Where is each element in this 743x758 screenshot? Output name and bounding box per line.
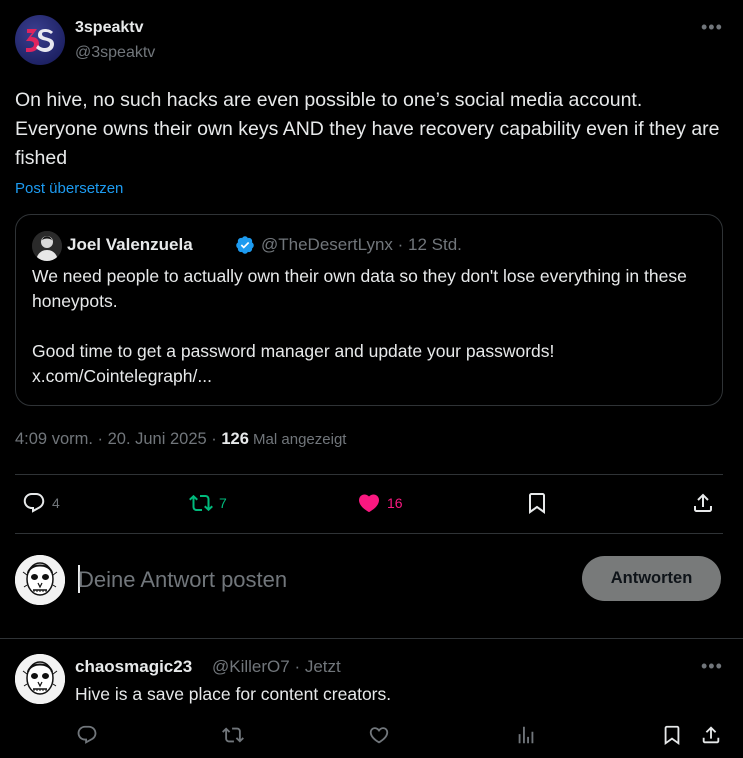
repost-count: 7 [219, 495, 227, 511]
tweet-meta: 4:09 vorm. · 20. Juni 2025 · 126 Mal ang… [15, 430, 346, 449]
heart-filled-icon [358, 494, 380, 513]
sketch-portrait-icon [15, 555, 65, 605]
like-count: 16 [387, 495, 403, 511]
share-action[interactable] [691, 491, 715, 515]
quoted-author-name[interactable]: Joel Valenzuela [67, 235, 193, 255]
more-options-icon[interactable]: ••• [701, 17, 723, 38]
like-action[interactable]: 16 [357, 491, 403, 515]
reply-icon [23, 493, 45, 513]
author-avatar[interactable] [15, 15, 65, 65]
view-count-label: Mal angezeigt [248, 431, 347, 448]
author-display-name[interactable]: 3speaktv [75, 19, 144, 37]
tweet-timestamp[interactable]: 4:09 vorm. · 20. Juni 2025 · [15, 430, 221, 448]
quoted-text-paragraph-1: We need people to actually own their own… [32, 266, 687, 311]
quoted-author-avatar[interactable] [32, 231, 62, 261]
analytics-icon[interactable] [515, 724, 537, 746]
bookmark-action[interactable] [525, 491, 549, 515]
bookmark-icon [529, 493, 545, 514]
user-avatar[interactable] [15, 555, 65, 605]
share-icon [694, 493, 712, 512]
3s-logo-icon [26, 29, 54, 52]
reply-text: Hive is a save place for content creator… [75, 684, 392, 704]
reply-author-avatar[interactable] [15, 654, 65, 704]
person-photo-icon [32, 231, 62, 261]
repost-action[interactable]: 7 [189, 491, 227, 515]
bookmark-icon[interactable] [661, 724, 683, 746]
divider-bottom [15, 533, 723, 534]
view-count: 126 [221, 430, 249, 448]
translate-link[interactable]: Post übersetzen [15, 180, 123, 197]
tweet-text: On hive, no such hacks are even possible… [15, 89, 720, 169]
quoted-link[interactable]: x.com/Cointelegraph/... [32, 364, 712, 389]
verified-badge-icon [236, 236, 254, 254]
heart-icon[interactable] [368, 724, 390, 746]
quoted-tweet-text: We need people to actually own their own… [32, 264, 712, 389]
quoted-tweet-card[interactable]: Joel Valenzuela @TheDesertLynx · 12 Std.… [15, 214, 723, 406]
repost-icon [189, 494, 213, 512]
reply-more-options-icon[interactable]: ••• [701, 656, 723, 677]
reply-input[interactable] [78, 562, 558, 598]
reply-author-name[interactable]: chaosmagic23 [75, 657, 192, 677]
reply-author-handle-time[interactable]: @KillerO7 · Jetzt [212, 657, 341, 677]
reply-icon[interactable] [76, 724, 98, 746]
section-divider [0, 638, 743, 639]
author-handle[interactable]: @3speaktv [75, 44, 155, 62]
reply-count: 4 [52, 495, 60, 511]
divider-top [15, 474, 723, 475]
quoted-text-paragraph-2: Good time to get a password manager and … [32, 341, 555, 361]
quoted-author-handle-time[interactable]: @TheDesertLynx · 12 Std. [261, 235, 462, 255]
reply-action[interactable]: 4 [22, 491, 60, 515]
repost-icon[interactable] [222, 724, 244, 746]
reply-submit-button[interactable]: Antworten [582, 556, 721, 601]
sketch-portrait-icon [15, 654, 65, 704]
share-icon[interactable] [700, 724, 722, 746]
